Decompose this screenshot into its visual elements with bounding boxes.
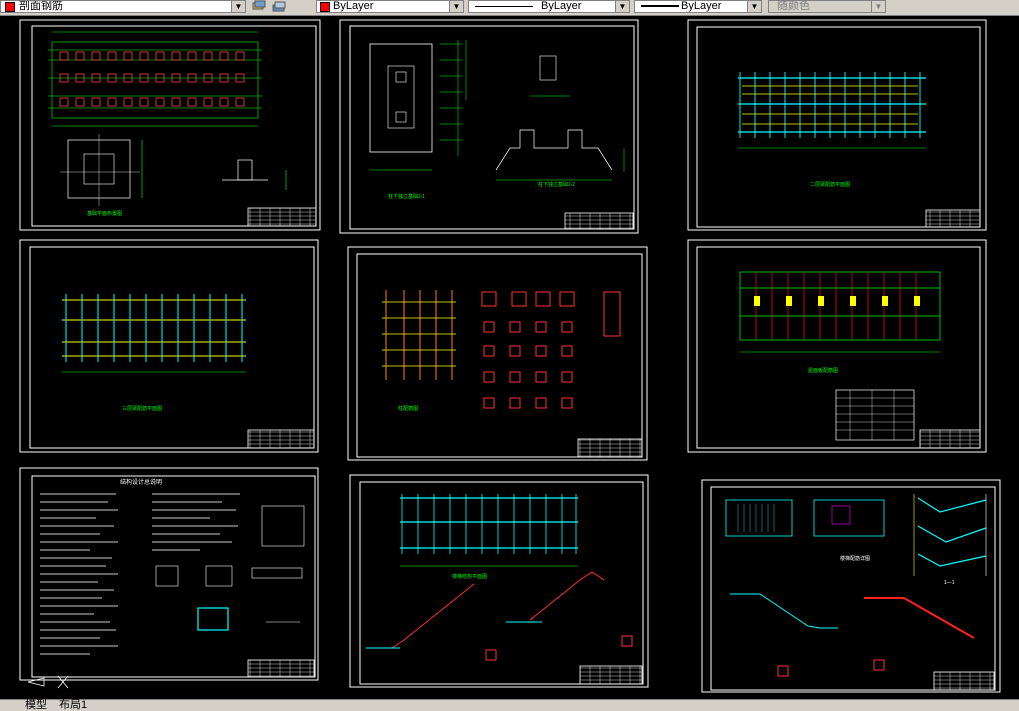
tab-model[interactable]: 模型	[22, 700, 50, 711]
sheet-stair-plan[interactable]: 楼梯结构平面图	[349, 474, 649, 688]
title-block	[919, 429, 981, 449]
tab-layout1[interactable]: 布局1	[56, 700, 90, 711]
chevron-down-icon[interactable]: ▼	[747, 1, 761, 12]
sheet-title: 三层梁配筋平面图	[122, 405, 162, 412]
sheet-stair-details[interactable]: 1—1 楼梯配筋详图	[701, 479, 1001, 693]
lineweight-sample	[641, 5, 679, 7]
lineweight-control-dropdown[interactable]: ByLayer ▼	[634, 0, 762, 13]
sheet-title: 楼梯结构平面图	[452, 573, 487, 580]
plotstyle-control-label: 随颜色	[777, 0, 810, 12]
sheet-beam-plan-level-3[interactable]: 三层梁配筋平面图	[19, 239, 319, 453]
model-space-canvas[interactable]: 基础平面布置图 柱下独立基础J-1 柱下独立基础J-2 二层梁配筋平面图 三层梁…	[0, 16, 1019, 699]
title-block	[564, 212, 634, 230]
sheet-general-notes[interactable]: 结构设计总说明	[19, 467, 319, 689]
sheet-title: 楼梯配筋详图	[840, 555, 870, 562]
section-label: 1—1	[944, 580, 955, 586]
linetype-control-label: ByLayer	[541, 0, 582, 12]
color-swatch	[320, 2, 330, 12]
title-block	[933, 671, 995, 691]
layer-previous-icon[interactable]	[252, 0, 266, 13]
title-block	[579, 665, 643, 685]
linetype-sample	[475, 6, 533, 7]
layer-manager-icon[interactable]	[272, 0, 286, 13]
chevron-down-icon: ▼	[871, 1, 885, 12]
layer-color-swatch	[5, 2, 15, 12]
detail-caption: 柱下独立基础J-2	[538, 181, 575, 188]
chevron-down-icon[interactable]: ▼	[615, 1, 629, 12]
title-block	[247, 659, 315, 678]
title-block	[247, 429, 315, 449]
rebar-schedule-table	[835, 389, 915, 441]
sheet-column-details[interactable]: 柱配筋图	[347, 246, 648, 461]
detail-caption: 柱下独立基础J-1	[388, 193, 425, 200]
properties-toolbar: 剖面钢筋 ▼ ByLayer ▼ ByLayer ▼ ByLayer ▼ 随颜色…	[0, 0, 1019, 16]
color-control-dropdown[interactable]: ByLayer ▼	[316, 0, 464, 13]
title-block	[925, 209, 981, 228]
sheet-foundation-plan[interactable]: 基础平面布置图	[19, 19, 321, 231]
title-block	[247, 207, 317, 227]
sheet-footing-details[interactable]: 柱下独立基础J-1 柱下独立基础J-2	[339, 19, 639, 234]
sheet-title: 二层梁配筋平面图	[810, 181, 850, 188]
sheet-beam-plan-level-2[interactable]: 二层梁配筋平面图	[687, 19, 987, 231]
sheet-roof-slab-plan[interactable]: 屋面板配筋图	[687, 239, 987, 453]
sheet-title: 结构设计总说明	[120, 478, 162, 486]
plotstyle-control-dropdown: 随颜色 ▼	[768, 0, 886, 13]
title-block	[577, 438, 643, 458]
sheet-title: 柱配筋图	[398, 405, 418, 412]
layout-tabbar: 模型 布局1	[0, 699, 1019, 711]
sheet-title: 基础平面布置图	[87, 210, 122, 217]
notes-table	[261, 505, 305, 547]
layer-name: 剖面钢筋	[19, 0, 63, 12]
chevron-down-icon[interactable]: ▼	[449, 1, 463, 12]
linetype-control-dropdown[interactable]: ByLayer ▼	[468, 0, 630, 13]
chevron-down-icon[interactable]: ▼	[231, 1, 245, 12]
layer-dropdown[interactable]: 剖面钢筋 ▼	[0, 0, 246, 13]
color-control-label: ByLayer	[333, 0, 374, 12]
lineweight-control-label: ByLayer	[681, 0, 722, 12]
drawing-viewport[interactable]: 基础平面布置图 柱下独立基础J-1 柱下独立基础J-2 二层梁配筋平面图 三层梁…	[0, 16, 1019, 699]
sheet-title: 屋面板配筋图	[808, 367, 838, 374]
